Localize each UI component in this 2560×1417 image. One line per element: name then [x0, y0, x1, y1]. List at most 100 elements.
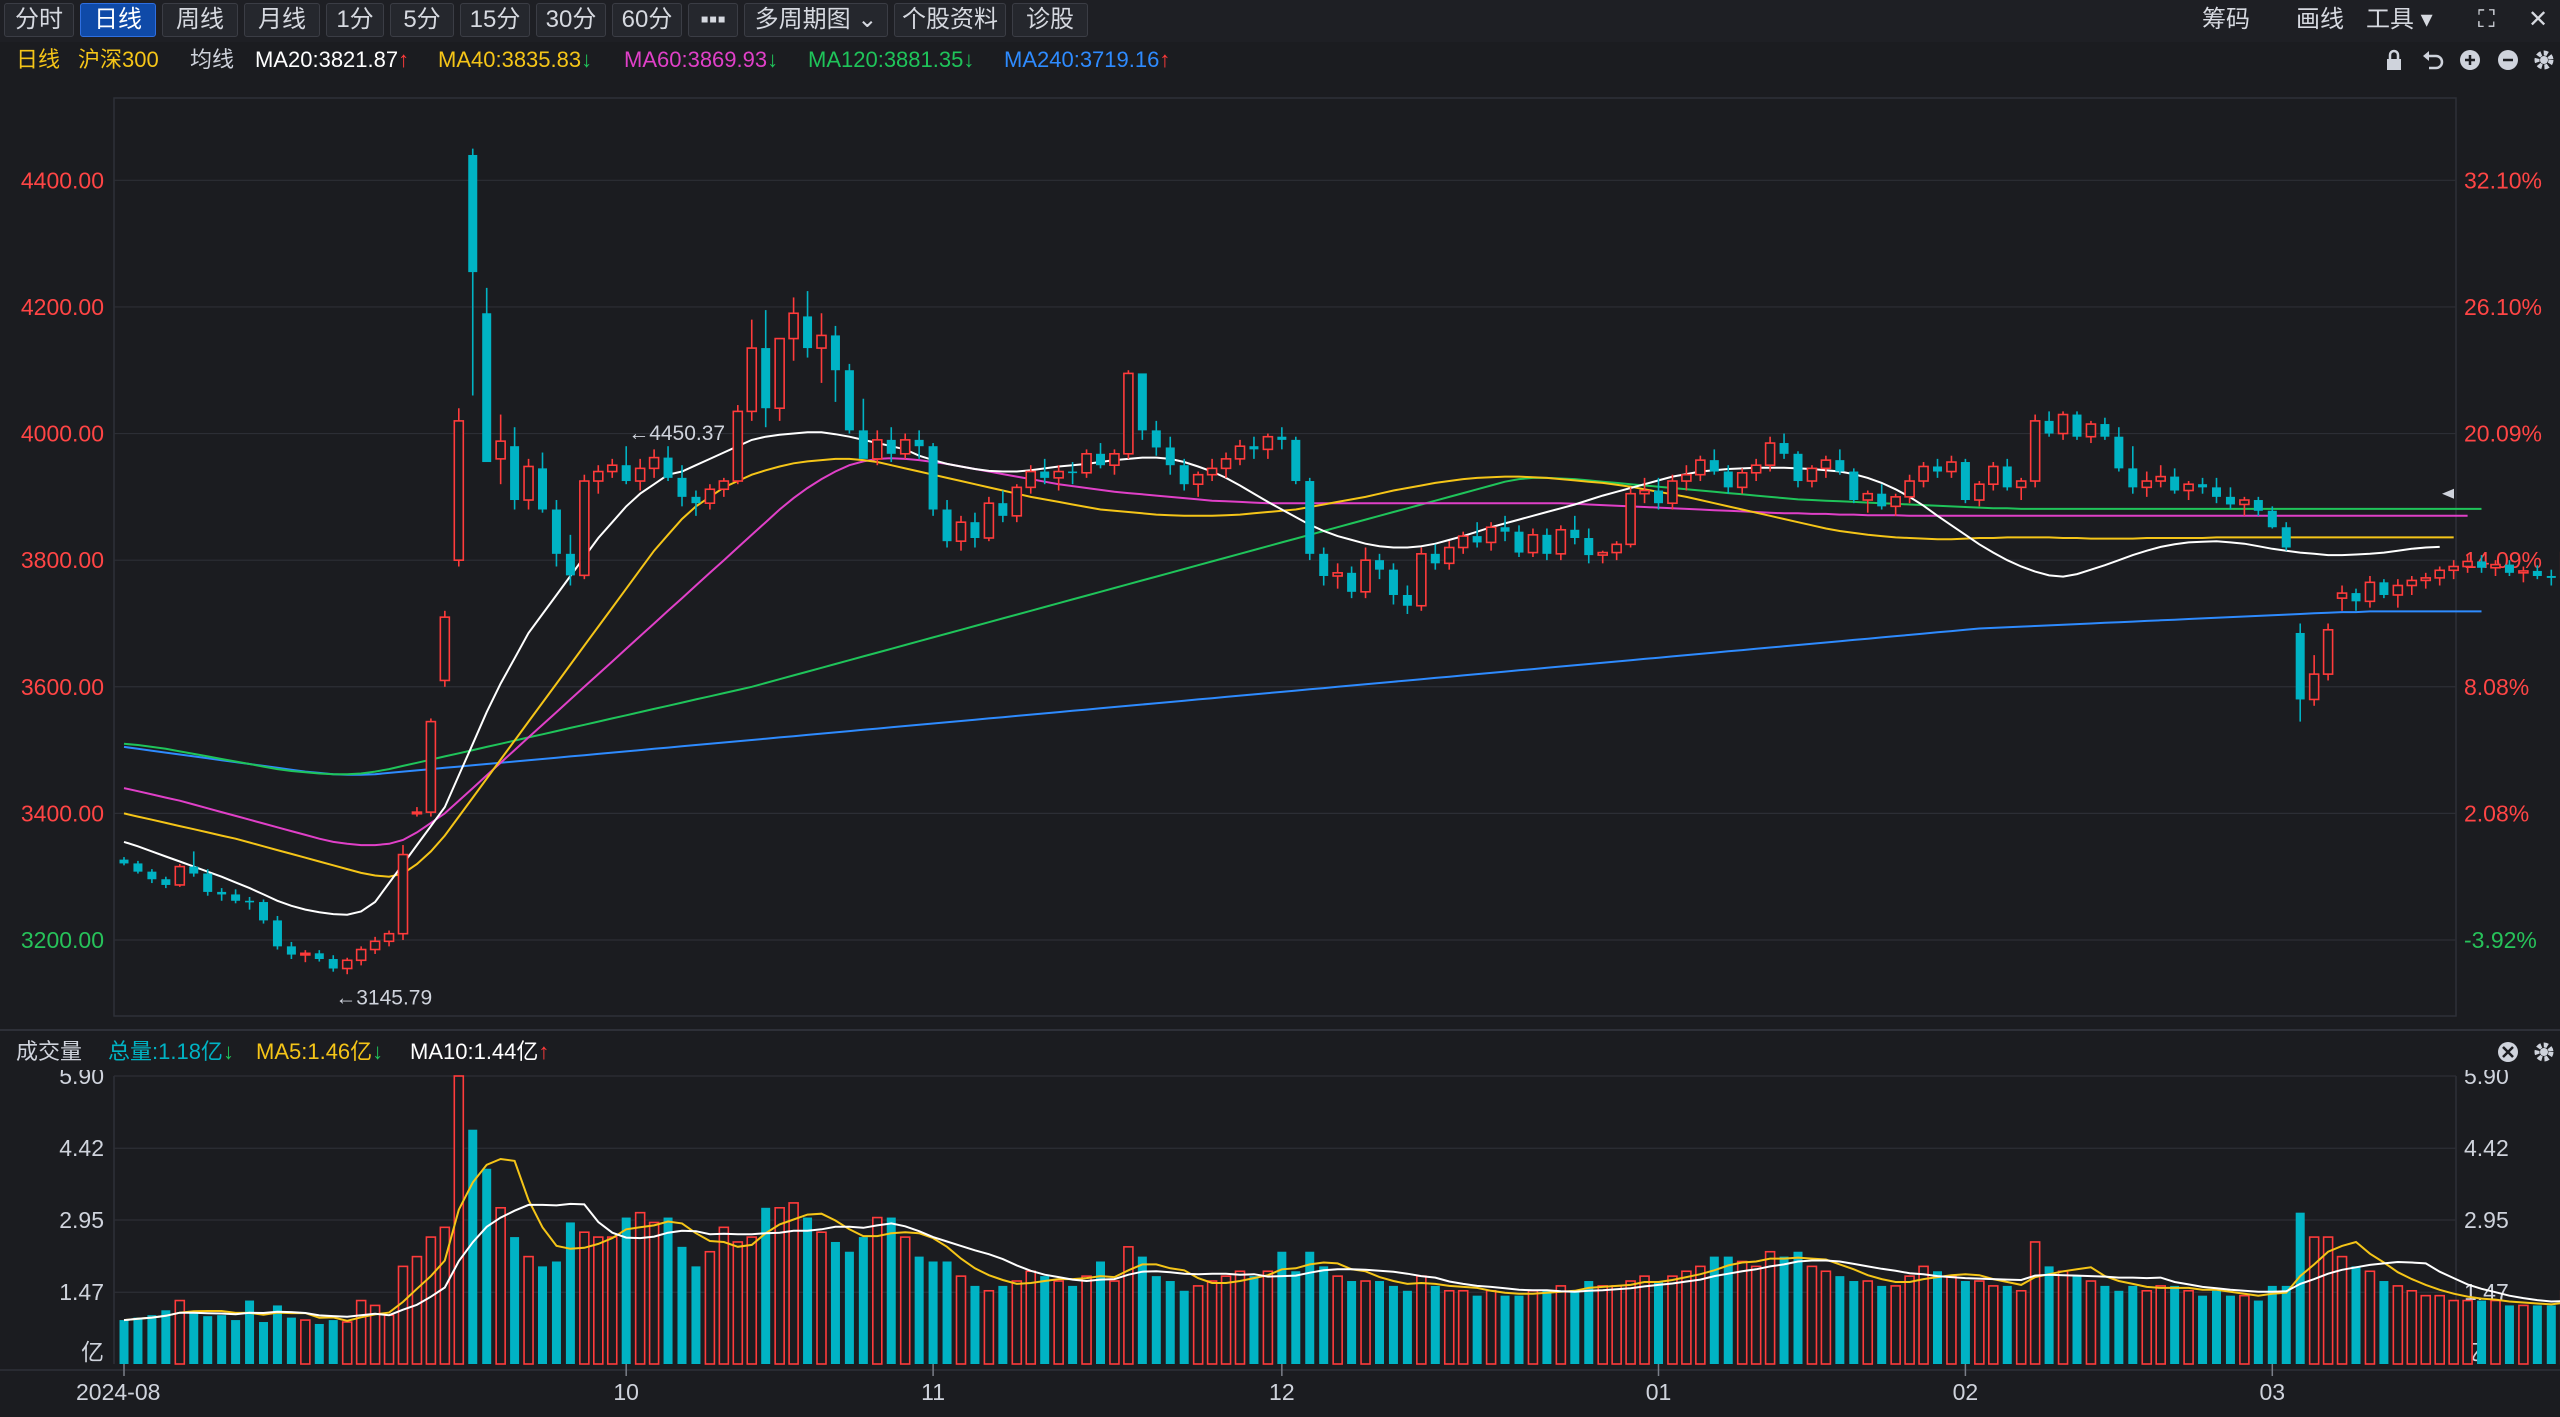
candle-body-down — [565, 553, 575, 576]
volume-bar-down — [259, 1322, 268, 1364]
undo-icon[interactable] — [2418, 42, 2446, 78]
high-annotation: ←4450.37 — [628, 422, 725, 445]
more-periods-button[interactable]: ▪▪▪ — [688, 3, 738, 37]
candle — [1890, 493, 1901, 516]
candle-body-up — [606, 464, 618, 473]
multi-period-button[interactable]: 多周期图 ⌄ — [744, 3, 888, 37]
close-icon[interactable] — [2494, 1034, 2522, 1070]
window-close-icon[interactable]: ✕ — [2528, 3, 2548, 37]
candle-body-up — [955, 521, 967, 542]
ma20-line — [123, 431, 2440, 916]
candle — [523, 458, 534, 510]
candle-body-down — [2532, 570, 2542, 576]
volume-bar-down — [133, 1317, 143, 1364]
candle — [2546, 569, 2556, 586]
period-tab-2[interactable]: 周线 — [162, 3, 238, 37]
volume-bar-up — [1681, 1270, 1692, 1365]
candle-body-up — [1081, 453, 1092, 474]
candle — [1109, 449, 1120, 475]
candle — [788, 297, 799, 361]
candle — [2351, 588, 2361, 611]
volume-bar-up — [2141, 1289, 2153, 1365]
zoom-out-icon[interactable] — [2494, 42, 2522, 78]
lock-icon[interactable] — [2380, 42, 2408, 78]
volume-bar-down — [147, 1315, 157, 1364]
diagnose-button[interactable]: 诊股 — [1012, 3, 1088, 37]
candle — [718, 477, 730, 497]
candle-body-up — [871, 439, 883, 460]
volume-bar-down — [1472, 1295, 1482, 1364]
period-tab-0[interactable]: 分时 — [4, 3, 74, 37]
candle-body-up — [383, 932, 395, 943]
draw-line-button[interactable]: 画线 — [2296, 3, 2344, 37]
candle — [231, 889, 241, 904]
volume-settings-icon[interactable] — [2530, 1034, 2558, 1070]
volume-bar-up — [300, 1319, 311, 1365]
chips-button[interactable]: 筹码 — [2202, 3, 2250, 37]
volume-bar-up — [1806, 1265, 1818, 1365]
candle-body-up — [1681, 473, 1692, 482]
tools-button[interactable]: 工具 ▾ — [2366, 3, 2433, 37]
period-tab-3[interactable]: 月线 — [244, 3, 320, 37]
candle-body-down — [189, 866, 199, 874]
candle — [217, 888, 227, 901]
candle-body-down — [2170, 476, 2180, 491]
zoom-in-icon[interactable] — [2456, 42, 2484, 78]
candle-body-up — [634, 467, 646, 482]
candle — [1305, 477, 1315, 561]
period-tab-1[interactable]: 日线 — [80, 3, 156, 37]
volume-bar-down — [328, 1320, 338, 1364]
candle-body-down — [1375, 560, 1384, 570]
candle — [147, 869, 157, 884]
period-tab-4[interactable]: 1分 — [326, 3, 384, 37]
volume-bar-up — [1890, 1285, 1901, 1365]
ma40-value: MA40:3835.83↓ — [438, 47, 593, 72]
volume-bar-down — [803, 1217, 813, 1364]
candle — [1960, 458, 1970, 504]
period-toolbar: 分时 日线 周线 月线 1分 5分 15分 30分 60分 ▪▪▪ 多周期图 ⌄ 个股资料 诊股 筹码 画线… — [0, 0, 2560, 42]
ma-label[interactable]: 均线 — [190, 42, 234, 78]
candle — [341, 957, 353, 975]
volume-tick-label-right: 1.47 — [2464, 1279, 2509, 1305]
period-tab-5[interactable]: 5分 — [390, 3, 454, 37]
stock-info-button[interactable]: 个股资料 — [894, 3, 1006, 37]
period-tab-8[interactable]: 60分 — [612, 3, 682, 37]
volume-bar-up — [2057, 1270, 2069, 1365]
volume-bar-down — [161, 1310, 171, 1364]
period-tab-7[interactable]: 30分 — [536, 3, 606, 37]
volume-bar-up — [1332, 1275, 1343, 1365]
candle — [1081, 449, 1092, 478]
ma60-line — [123, 457, 2468, 847]
volume-bar-down — [468, 1129, 478, 1364]
candle-body-down — [259, 902, 268, 921]
candle — [1877, 484, 1887, 510]
ma-info-bar: 日线 沪深300 均线 MA20:3821.87↑ MA40:3835.83↓ … — [0, 42, 2560, 78]
volume-bar-down — [2002, 1285, 2012, 1364]
x-axis-label: 11 — [921, 1379, 945, 1405]
candle — [2448, 560, 2459, 580]
candle-body-up — [2392, 584, 2404, 596]
fullscreen-icon[interactable]: ⛶ — [2478, 3, 2495, 37]
candle — [245, 896, 255, 910]
candle-body-down — [1277, 436, 1287, 440]
volume-bar-down — [1500, 1295, 1510, 1364]
settings-icon[interactable] — [2530, 42, 2558, 78]
period-tab-6[interactable]: 15分 — [460, 3, 530, 37]
candle — [2420, 572, 2432, 589]
volume-bar-up — [746, 1236, 758, 1365]
kline-chart[interactable]: 4400.00 32.10% 4200.00 26.10% 4000.00 20.09% 3… — [0, 0, 2560, 1417]
volume-bar-up — [1262, 1270, 1274, 1365]
volume-bar-down — [2072, 1276, 2082, 1364]
candle — [1388, 563, 1398, 605]
candle — [761, 310, 771, 428]
candle — [468, 148, 478, 396]
volume-bar-down — [1249, 1276, 1259, 1364]
candle-body-down — [2044, 420, 2054, 434]
volume-bar-down — [1430, 1285, 1440, 1364]
volume-bar-down — [119, 1320, 129, 1364]
candle-body-down — [217, 891, 227, 895]
volume-bar-up — [2406, 1289, 2418, 1365]
volume-bar-up — [1667, 1275, 1678, 1365]
candle-body-up — [2239, 499, 2250, 506]
candle — [1723, 465, 1733, 494]
